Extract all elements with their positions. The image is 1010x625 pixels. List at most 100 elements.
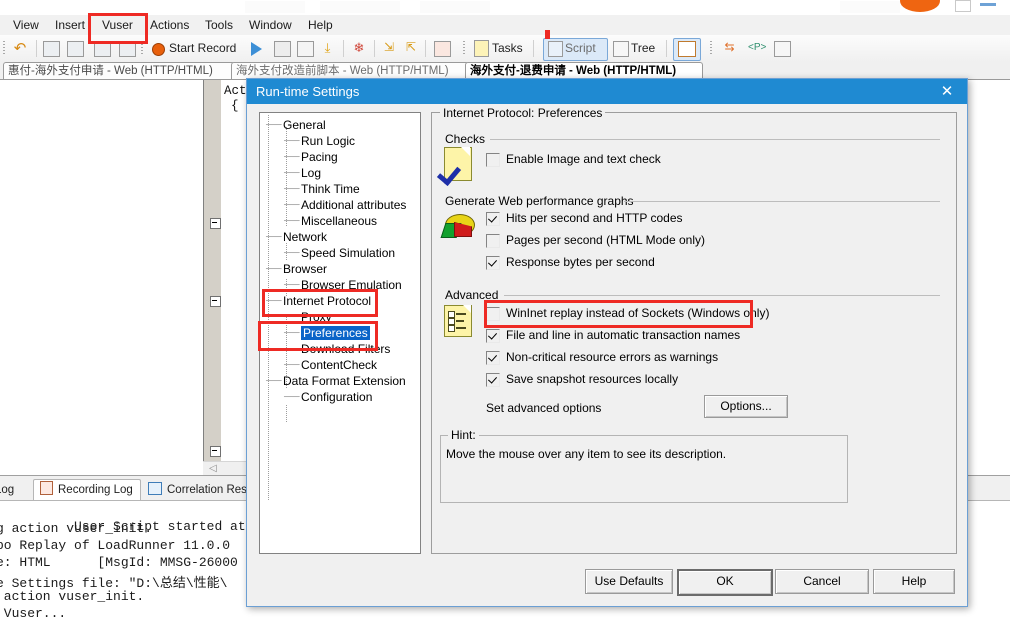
hint-text: Move the mouse over any item to see its … [446, 447, 727, 461]
cancel-button[interactable]: Cancel [775, 569, 869, 594]
recording-log-icon [40, 481, 53, 495]
script-button-label: Script [565, 41, 596, 55]
output-tab-recording-log-label: Recording Log [58, 484, 133, 496]
response-bytes-per-second-checkbox[interactable] [486, 256, 500, 270]
collapse-toggle[interactable] [210, 296, 221, 307]
start-record-button[interactable]: Start Record [169, 39, 236, 58]
menu-item-window[interactable]: Window [244, 17, 297, 33]
log-line: action vuser_init. [0, 589, 145, 604]
tree-item-internet-protocol[interactable]: ── Internet Protocol [266, 293, 371, 309]
tree-item-miscellaneous[interactable]: ── Miscellaneous [284, 213, 377, 229]
step-into-icon[interactable] [94, 41, 111, 57]
scroll-left-arrow[interactable]: ◁ [209, 464, 217, 474]
tree-item-data-format-extension[interactable]: ── Data Format Extension [266, 373, 406, 389]
pages-per-second-checkbox[interactable] [486, 234, 500, 248]
tree-item-browser-emulation[interactable]: ── Browser Emulation [284, 277, 402, 293]
output-tab-recording-log[interactable]: Recording Log [33, 479, 141, 501]
split-view-icon[interactable] [678, 41, 696, 57]
tree-item-think-time[interactable]: ── Think Time [284, 181, 360, 197]
hint-group [440, 435, 848, 503]
menu-bar: View Insert Vuser Actions Tools Window H… [0, 15, 1010, 36]
document-tab-1[interactable]: 海外支付改造前脚本 - Web (HTTP/HTML) [231, 62, 469, 79]
collapse-toggle[interactable] [210, 218, 221, 229]
tree-item-network[interactable]: ── Network [266, 229, 327, 245]
save-snapshot-resources-checkbox[interactable] [486, 373, 500, 387]
hits-per-second-checkbox[interactable] [486, 212, 500, 226]
use-defaults-button[interactable]: Use Defaults [585, 569, 673, 594]
help-button[interactable]: Help [873, 569, 955, 594]
step-over-icon[interactable] [119, 41, 136, 57]
correlation-icon [148, 482, 162, 495]
snapshot-compare-icon[interactable] [67, 41, 84, 57]
output-tab-log[interactable]: Log [0, 479, 22, 501]
tree-item-pacing[interactable]: ── Pacing [284, 149, 338, 165]
group-label-checks: Checks [442, 133, 489, 145]
tree-item-log[interactable]: ── Log [284, 165, 321, 181]
close-icon[interactable]: ✕ [927, 79, 967, 104]
editor-fold-gutter [203, 80, 223, 476]
tree-item-run-logic[interactable]: ── Run Logic [284, 133, 355, 149]
tasks-icon[interactable] [474, 40, 489, 57]
tree-item-general[interactable]: ── General [266, 117, 326, 133]
add-param-icon[interactable]: ❄ [351, 40, 367, 55]
goto-step-back-icon[interactable]: ⇱ [403, 40, 419, 55]
pause-icon[interactable] [274, 41, 291, 57]
non-critical-errors-warnings-checkbox[interactable] [486, 351, 500, 365]
window-top-strip [0, 0, 1010, 15]
settings-tree[interactable]: ── General ── Run Logic ── Pacing ── Log ── T… [259, 112, 421, 554]
wininet-replay-checkbox[interactable] [486, 307, 500, 321]
file-and-line-transaction-names-checkbox[interactable] [486, 329, 500, 343]
document-tab-0[interactable]: 惠付-海外支付申请 - Web (HTTP/HTML) [3, 62, 235, 79]
tree-item-additional-attributes[interactable]: ── Additional attributes [284, 197, 406, 213]
columns-icon[interactable] [297, 41, 314, 57]
tree-icon[interactable] [613, 41, 629, 57]
tasks-button[interactable]: Tasks [492, 39, 523, 58]
copy-icon[interactable] [774, 41, 791, 57]
menu-item-vuser[interactable]: Vuser [97, 17, 138, 33]
save-snapshot-resources-label: Save snapshot resources locally [506, 372, 679, 386]
log-line: bo Replay of LoadRunner 11.0.0 [0, 538, 231, 553]
parameter-icon[interactable]: <P> [748, 40, 766, 55]
main-toolbar: ↶ Start Record ⤓ ❄ ⇲ ⇱ Tasks Script Tree… [0, 35, 1010, 63]
hits-per-second-label: Hits per second and HTTP codes [506, 211, 683, 225]
tree-item-contentcheck[interactable]: ── ContentCheck [284, 357, 377, 373]
undo-icon[interactable]: ↶ [12, 39, 28, 58]
menu-item-view[interactable]: View [8, 17, 44, 33]
application-window: View Insert Vuser Actions Tools Window H… [0, 0, 1010, 625]
pie-chart-icon [440, 211, 476, 241]
script-icon[interactable] [548, 41, 563, 57]
download-icon[interactable]: ⤓ [320, 40, 335, 55]
menu-item-tools[interactable]: Tools [200, 17, 238, 33]
options-button[interactable]: Options... [704, 395, 788, 418]
tree-item-browser[interactable]: ── Browser [266, 261, 327, 277]
enable-image-text-check-label: Enable Image and text check [506, 152, 661, 166]
ok-button[interactable]: OK [677, 569, 773, 596]
menu-item-actions[interactable]: Actions [145, 17, 194, 33]
non-critical-errors-warnings-label: Non-critical resource errors as warnings [506, 350, 719, 364]
menu-item-insert[interactable]: Insert [50, 17, 90, 33]
tree-item-speed-simulation[interactable]: ── Speed Simulation [284, 245, 395, 261]
enable-image-text-check-checkbox[interactable] [486, 153, 500, 167]
menu-item-help[interactable]: Help [303, 17, 338, 33]
tree-item-download-filters[interactable]: ── Download Filters [284, 341, 390, 357]
tree-item-preferences[interactable]: ── Preferences [284, 325, 370, 341]
goto-step-icon[interactable]: ⇲ [381, 40, 397, 55]
recording-report-icon[interactable] [434, 41, 451, 57]
hint-label: Hint: [448, 429, 479, 441]
pages-per-second-label: Pages per second (HTML Mode only) [506, 233, 705, 247]
output-tab-log-label: Log [0, 484, 15, 496]
run-time-settings-dialog: Run-time Settings ✕ ── General ── Run Logi… [246, 78, 968, 607]
tree-item-configuration[interactable]: ── Configuration [284, 389, 372, 405]
compare-icon[interactable]: ⇆ [721, 40, 738, 55]
snapshot-icon[interactable] [43, 41, 60, 57]
editor-action-label: Act [224, 84, 247, 98]
run-icon[interactable] [251, 42, 262, 56]
set-advanced-options-label: Set advanced options [486, 401, 602, 415]
output-tab-correlation-results[interactable]: Correlation Res [141, 479, 255, 501]
document-tab-2[interactable]: 海外支付-退费申请 - Web (HTTP/HTML) [465, 62, 703, 79]
collapse-toggle[interactable] [210, 446, 221, 457]
annotation-script-tick [545, 30, 550, 39]
record-icon[interactable] [152, 43, 165, 56]
tree-button[interactable]: Tree [631, 39, 655, 58]
tree-item-proxy[interactable]: ── Proxy [284, 309, 332, 325]
